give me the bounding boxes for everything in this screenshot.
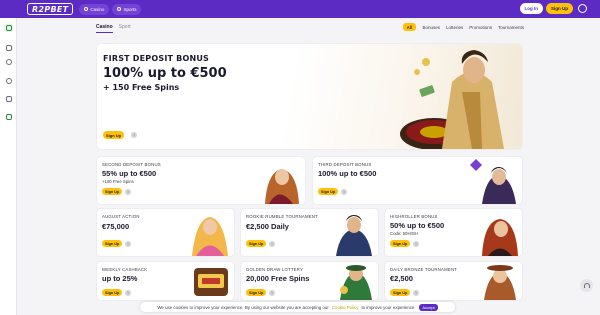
nav-casino-label: Casino	[90, 6, 105, 12]
tab-sport[interactable]: Sport	[119, 22, 131, 33]
card-illustration	[192, 217, 228, 256]
auth-area: Log In Sign Up	[519, 3, 587, 14]
promo-card-daily-bronze[interactable]: DAILY BRONZE TOURNAMENT €2,500 Sign Up i	[384, 261, 523, 301]
nav-casino[interactable]: Casino	[79, 3, 110, 15]
card-signup-button[interactable]: Sign Up	[318, 188, 339, 195]
promo-card-highroller[interactable]: HIGHROLLER BONUS 50% up to €500 Code: 50…	[384, 208, 523, 257]
cookie-text-after: to improve your experience	[361, 304, 415, 310]
games-icon[interactable]	[4, 44, 13, 52]
card-signup-button[interactable]: Sign Up	[390, 240, 411, 247]
card-eyebrow: ROOKIE RUMBLE TOURNAMENT	[246, 214, 318, 219]
signup-button[interactable]: Sign Up	[546, 3, 573, 14]
card-signup-button[interactable]: Sign Up	[246, 240, 267, 247]
info-icon[interactable]: i	[341, 189, 347, 195]
brand-logo[interactable]: R2PBET	[27, 3, 74, 15]
info-icon[interactable]: i	[125, 241, 131, 247]
info-icon[interactable]: i	[125, 290, 131, 296]
nav-sports[interactable]: Sports	[112, 3, 142, 15]
card-eyebrow: AUGUST ACTION	[102, 214, 140, 219]
filter-tournaments[interactable]: Tournaments	[498, 23, 524, 31]
info-icon[interactable]: i	[269, 290, 275, 296]
card-signup-button[interactable]: Sign Up	[390, 289, 411, 296]
cookie-banner: We use cookies to improve your experienc…	[140, 302, 455, 312]
card-title: €75,000	[102, 222, 130, 231]
info-icon[interactable]: i	[413, 241, 419, 247]
card-eyebrow: SECOND DEPOSIT BONUS	[102, 162, 161, 167]
card-signup-button[interactable]: Sign Up	[246, 289, 267, 296]
card-eyebrow: HIGHROLLER BONUS	[390, 214, 438, 219]
cookie-accept-button[interactable]: Accept	[419, 303, 438, 311]
info-icon[interactable]: i	[269, 241, 275, 247]
nav-sports-label: Sports	[123, 6, 137, 12]
hero-promo-card[interactable]: FIRST DEPOSIT BONUS 100% up to €500 + 15…	[96, 43, 523, 150]
card-illustration	[340, 265, 372, 300]
card-title: €2,500	[390, 274, 413, 283]
info-icon[interactable]: i	[413, 290, 419, 296]
filter-all[interactable]: All	[402, 23, 417, 31]
card-illustration	[265, 169, 299, 204]
info-icon[interactable]: i	[131, 132, 137, 138]
card-title: 20,000 Free Spins	[246, 274, 310, 283]
cookie-policy-link[interactable]: Cookie Policy	[332, 305, 359, 310]
card-illustration	[482, 219, 518, 256]
login-button[interactable]: Log In	[519, 3, 543, 14]
ball-icon[interactable]	[4, 77, 13, 85]
card-title: up to 25%	[102, 274, 138, 283]
language-icon[interactable]	[578, 4, 587, 13]
sports-icon[interactable]	[4, 24, 13, 32]
top-nav: Casino Sports	[79, 3, 142, 15]
sidebar	[0, 18, 17, 315]
card-illustration	[484, 265, 516, 300]
card-illustration	[470, 159, 516, 204]
card-signup-button[interactable]: Sign Up	[102, 240, 123, 247]
info-icon[interactable]: i	[125, 189, 131, 195]
promo-card-golden-draw[interactable]: GOLDEN DRAW LOTTERY 20,000 Free Spins Si…	[240, 261, 379, 301]
filter-lotteries[interactable]: Lotteries	[446, 23, 463, 31]
card-eyebrow: THIRD DEPOSIT BONUS	[318, 162, 372, 167]
card-title: 50% up to €500	[390, 221, 445, 230]
promo-filters: All Bonuses Lotteries Promotions Tournam…	[402, 23, 524, 31]
card-title: 100% up to €500	[318, 169, 377, 178]
filter-bonuses[interactable]: Bonuses	[422, 23, 440, 31]
card-signup-button[interactable]: Sign Up	[102, 289, 123, 296]
card-eyebrow: WEEKLY CASHBACK	[102, 267, 148, 272]
promotion-icon[interactable]	[4, 113, 13, 121]
gift-icon[interactable]	[4, 95, 13, 103]
filter-promotions[interactable]: Promotions	[469, 23, 492, 31]
card-signup-button[interactable]: Sign Up	[102, 188, 123, 195]
roulette-character-illustration	[400, 50, 504, 149]
card-subtitle: +100 Free Spins	[102, 179, 134, 184]
card-eyebrow: GOLDEN DRAW LOTTERY	[246, 267, 304, 272]
cookie-text: We use cookies to improve your experienc…	[157, 304, 329, 310]
casino-chip-icon[interactable]	[4, 58, 13, 66]
section-tabs: Casino Sport	[96, 22, 131, 33]
tab-casino[interactable]: Casino	[96, 22, 113, 33]
card-eyebrow: DAILY BRONZE TOURNAMENT	[390, 267, 458, 272]
promo-card-second-deposit[interactable]: SECOND DEPOSIT BONUS 55% up to €500 +100…	[96, 156, 306, 205]
promo-card-weekly-cashback[interactable]: WEEKLY CASHBACK up to 25% Sign Up i	[96, 261, 235, 301]
hero-subtitle: + 150 Free Spins	[103, 83, 180, 92]
promo-card-august-action[interactable]: AUGUST ACTION €75,000 Sign Up i	[96, 208, 235, 257]
sports-icon	[117, 7, 122, 11]
card-illustration	[194, 268, 228, 296]
promo-card-third-deposit[interactable]: THIRD DEPOSIT BONUS 100% up to €500 Sign…	[312, 156, 523, 205]
support-headset-icon[interactable]	[580, 279, 593, 292]
hero-eyebrow: FIRST DEPOSIT BONUS	[103, 54, 210, 63]
card-title: 55% up to €500	[102, 169, 157, 178]
card-subtitle: Code: 50HIGH	[390, 231, 419, 236]
hero-title: 100% up to €500	[103, 66, 227, 81]
casino-icon	[84, 7, 89, 11]
promo-card-rookie-rumble[interactable]: ROOKIE RUMBLE TOURNAMENT €2,500 Daily Si…	[240, 208, 379, 257]
card-illustration	[336, 215, 372, 256]
top-bar: R2PBET Casino Sports Log In Sign Up	[0, 0, 600, 18]
card-title: €2,500 Daily	[246, 222, 289, 231]
hero-signup-button[interactable]: Sign Up	[103, 131, 125, 139]
